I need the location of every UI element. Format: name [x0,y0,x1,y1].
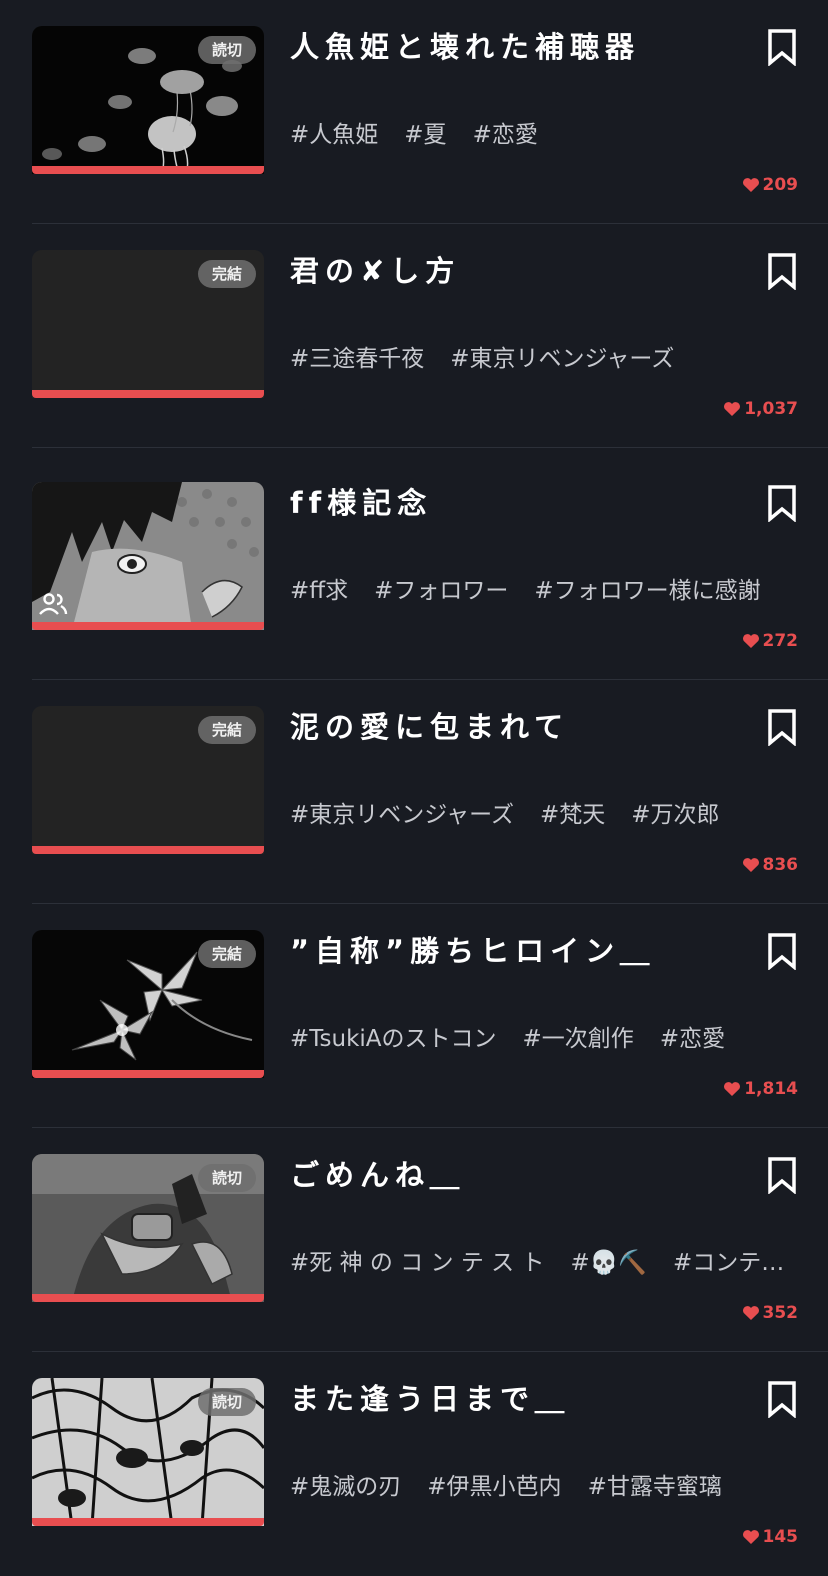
cover-thumbnail[interactable]: 完結 [32,706,264,854]
tag-link[interactable]: #ff求 [290,574,348,608]
tag-link[interactable]: #万次郎 [631,798,719,832]
bookmark-icon[interactable] [766,252,798,290]
status-badge: 完結 [197,260,256,288]
story-title[interactable]: ごめんね＿ [290,1152,730,1194]
like-count-value: 272 [762,631,799,651]
tag-link[interactable]: #梵天 [540,798,605,832]
tag-list: #鬼滅の刃 #伊黒小芭内 #甘露寺蜜璃 [290,1470,790,1504]
bookmark-icon[interactable] [766,28,798,66]
status-badge: 読切 [197,1164,256,1192]
like-count: 352 [742,1302,799,1324]
story-card[interactable]: 読切 また逢う日まで＿ #鬼滅の刃 #伊黒小芭内 #甘露寺蜜璃 145 [0,1352,828,1576]
tag-link[interactable]: #フォロワー様に感謝 [534,574,760,608]
status-badge: 読切 [197,1388,256,1416]
tag-link[interactable]: #人魚姫 [290,118,378,152]
like-count: 272 [742,630,799,652]
heart-icon [742,858,759,872]
like-count-value: 1,037 [744,399,798,419]
heart-icon [742,1306,759,1320]
tag-link[interactable]: #伊黒小芭内 [427,1470,561,1504]
story-list: 読切 人魚姫と壊れた補聴器 #人魚姫 #夏 #恋愛 209 完結 君の✘し方 #… [0,0,828,1567]
cover-accent-bar [32,1070,264,1078]
story-card[interactable]: 読切 人魚姫と壊れた補聴器 #人魚姫 #夏 #恋愛 209 [0,0,828,224]
bookmark-icon[interactable] [766,932,798,970]
tag-link[interactable]: #三途春千夜 [290,342,424,376]
story-title[interactable]: ff様記念 [290,480,730,522]
tag-link[interactable]: #東京リベンジャーズ [450,342,674,376]
tag-list: #TsukiAのストコン #一次創作 #恋愛 [290,1022,790,1056]
cover-thumbnail[interactable]: 読切 [32,1154,264,1302]
heart-icon [742,178,759,192]
tag-link[interactable]: #TsukiAのストコン [290,1022,497,1056]
story-card[interactable]: 完結 ”自称”勝ちヒロイン＿ #TsukiAのストコン #一次創作 #恋愛 1,… [0,904,828,1128]
bookmark-icon[interactable] [766,484,798,522]
tag-list: #人魚姫 #夏 #恋愛 [290,118,790,152]
status-badge: 完結 [197,716,256,744]
cover-accent-bar [32,166,264,174]
like-count: 145 [742,1526,799,1548]
story-title[interactable]: また逢う日まで＿ [290,1376,730,1418]
heart-icon [742,634,759,648]
like-count-value: 352 [762,1303,799,1323]
story-title[interactable]: 君の✘し方 [290,248,730,290]
tag-list: #三途春千夜 #東京リベンジャーズ [290,342,790,376]
status-badge: 完結 [197,940,256,968]
like-count: 209 [742,174,799,196]
tag-link[interactable]: #甘露寺蜜璃 [588,1470,722,1504]
cover-thumbnail[interactable]: 読切 [32,1378,264,1526]
like-count-value: 1,814 [744,1079,798,1099]
story-card[interactable]: 完結 泥の愛に包まれて #東京リベンジャーズ #梵天 #万次郎 836 [0,680,828,904]
story-card[interactable]: 完結 君の✘し方 #三途春千夜 #東京リベンジャーズ 1,037 [0,224,828,448]
story-card[interactable]: ff様記念 #ff求 #フォロワー #フォロワー様に感謝 272 [0,456,828,680]
like-count-value: 145 [762,1527,799,1547]
cover-thumbnail[interactable]: 完結 [32,250,264,398]
tag-link[interactable]: #恋愛 [660,1022,725,1056]
like-count-value: 209 [762,175,799,195]
tag-list: #ff求 #フォロワー #フォロワー様に感謝 [290,574,790,608]
tag-link[interactable]: #夏 [404,118,446,152]
divider [32,447,828,448]
tag-link[interactable]: #フォロワー [374,574,508,608]
tag-link[interactable]: #鬼滅の刃 [290,1470,401,1504]
cover-accent-bar [32,1518,264,1526]
bookmark-icon[interactable] [766,1156,798,1194]
like-count: 836 [742,854,799,876]
tag-link[interactable]: #恋愛 [473,118,538,152]
cover-thumbnail[interactable]: 完結 [32,930,264,1078]
tag-link[interactable]: #東京リベンジャーズ [290,798,514,832]
heart-icon [724,402,741,416]
cover-accent-bar [32,1294,264,1302]
like-count-value: 836 [762,855,799,875]
story-title[interactable]: ”自称”勝ちヒロイン＿ [290,928,730,970]
tag-link[interactable]: #💀⛏️ [570,1246,647,1280]
story-card[interactable]: 読切 ごめんね＿ #死 神 の コ ン テ ス ト #💀⛏️ #コンテ… 352 [0,1128,828,1352]
bookmark-icon[interactable] [766,708,798,746]
status-badge: 読切 [197,36,256,64]
like-count: 1,037 [723,398,798,420]
cover-accent-bar [32,390,264,398]
cover-thumbnail[interactable]: 読切 [32,26,264,174]
tag-list: #死 神 の コ ン テ ス ト #💀⛏️ #コンテ… [290,1246,790,1280]
group-icon [39,593,68,615]
heart-icon [742,1530,759,1544]
bookmark-icon[interactable] [766,1380,798,1418]
cover-accent-bar [32,622,264,630]
story-title[interactable]: 人魚姫と壊れた補聴器 [290,24,730,66]
heart-icon [724,1082,741,1096]
story-title[interactable]: 泥の愛に包まれて [290,704,730,746]
cover-thumbnail[interactable] [32,482,264,630]
tag-list: #東京リベンジャーズ #梵天 #万次郎 [290,798,790,832]
cover-accent-bar [32,846,264,854]
like-count: 1,814 [723,1078,798,1100]
tag-link[interactable]: #死 神 の コ ン テ ス ト [290,1246,544,1280]
tag-link[interactable]: #一次創作 [523,1022,634,1056]
tag-link[interactable]: #コンテ… [673,1246,784,1280]
